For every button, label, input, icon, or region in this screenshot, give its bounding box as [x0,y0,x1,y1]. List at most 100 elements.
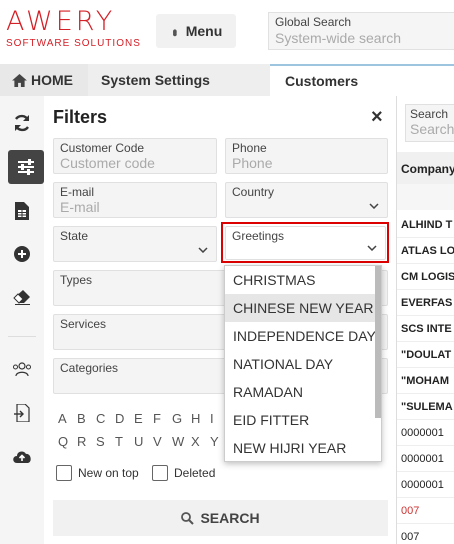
email-placeholder: E-mail [60,199,100,215]
table-search-input[interactable]: Search Search... [405,104,454,142]
letter-link[interactable]: E [134,411,153,426]
chevron-down-icon [369,203,379,209]
table-search-label: Search [410,107,449,121]
global-search-input[interactable]: Global Search System-wide search [268,12,454,50]
greetings-option[interactable]: NATIONAL DAY [225,350,381,378]
greetings-option[interactable]: CHINESE NEW YEAR [225,294,381,322]
chevron-down-icon [198,247,208,253]
deleted-label: Deleted [174,466,216,480]
tab-customers[interactable]: Customers [270,64,454,96]
table-row[interactable]: CM LOGIS [397,264,454,290]
letter-link[interactable]: W [172,434,191,449]
add-circle-icon[interactable] [8,239,36,269]
search-button[interactable]: SEARCH [53,500,388,536]
table-row[interactable]: 0000001 [397,420,454,446]
table-row[interactable]: "SULEMA [397,394,454,420]
table-row[interactable]: 007 [397,524,454,544]
state-label: State [60,229,89,243]
eraser-icon[interactable] [8,282,36,312]
letter-link[interactable]: Q [58,434,77,449]
tab-home-label: HOME [31,72,73,88]
greetings-highlight-box [221,222,389,263]
alphabet-filter-row-2: QRSTUVWXY [58,434,229,449]
tab-bar: HOME System Settings Customers [0,64,454,96]
search-icon [181,511,195,525]
logo-subtext: SOFTWARE SOLUTIONS [6,38,141,49]
filter-sliders-icon[interactable] [8,150,44,184]
letter-link[interactable]: A [58,411,77,426]
letter-link[interactable]: G [172,411,191,426]
table-row[interactable]: 0000001 [397,446,454,472]
greetings-dropdown: CHRISTMAS CHINESE NEW YEAR INDEPENDENCE … [224,265,382,462]
state-select[interactable]: State [53,226,217,262]
phone-placeholder: Phone [232,155,273,171]
table-row[interactable]: SCS INTE [397,316,454,342]
column-header-company[interactable]: Company [397,152,454,184]
file-import-icon[interactable] [8,398,36,428]
cloud-upload-icon[interactable] [8,441,36,471]
letter-link[interactable]: F [153,411,172,426]
new-on-top-checkbox[interactable] [56,465,72,481]
customer-code-field[interactable]: Customer Code Customer code [53,138,217,174]
table-row[interactable]: "DOULAT [397,342,454,368]
tab-system-settings-label: System Settings [101,72,210,88]
table-row[interactable]: "MOHAM [397,368,454,394]
spreadsheet-icon[interactable] [8,196,36,226]
letter-link[interactable]: C [96,411,115,426]
menu-button[interactable]: ••• Menu [156,14,236,48]
close-icon[interactable]: × [371,106,383,129]
filters-title: Filters [53,107,108,127]
greetings-option[interactable]: INDEPENDENCE DAY [225,322,381,350]
letter-link[interactable]: U [134,434,153,449]
logo-text: AWERY [6,6,116,37]
deleted-checkbox-row[interactable]: Deleted [152,465,215,481]
letter-link[interactable]: D [115,411,134,426]
app-header: AWERY SOFTWARE SOLUTIONS ••• Menu Global… [0,0,454,64]
letter-link[interactable]: H [191,411,210,426]
letter-link[interactable]: R [77,434,96,449]
phone-label: Phone [232,141,267,155]
customer-code-label: Customer Code [60,141,145,155]
country-select[interactable]: Country [225,182,388,218]
country-label: Country [232,185,275,199]
column-filter-row [397,184,454,210]
table-search-placeholder: Search... [410,121,454,137]
global-search-label: Global Search [275,15,352,29]
letter-link[interactable]: V [153,434,172,449]
customer-code-placeholder: Customer code [60,155,155,171]
greetings-option[interactable]: CHRISTMAS [225,266,381,294]
letter-link[interactable]: S [96,434,115,449]
search-button-label: SEARCH [200,510,260,526]
email-field[interactable]: E-mail E-mail [53,182,217,218]
letter-link[interactable]: X [191,434,210,449]
new-on-top-checkbox-row[interactable]: New on top [56,465,139,481]
users-icon[interactable] [8,354,36,384]
refresh-icon[interactable] [8,108,36,138]
tab-system-settings[interactable]: System Settings [88,64,270,96]
letter-link[interactable]: B [77,411,96,426]
letter-link[interactable]: T [115,434,134,449]
tab-home[interactable]: HOME [0,64,88,96]
new-on-top-label: New on top [78,466,139,480]
deleted-checkbox[interactable] [152,465,168,481]
alphabet-filter-row-1: ABCDEFGHI [58,411,229,426]
greetings-option[interactable]: RAMADAN [225,378,381,406]
left-toolbar [0,96,44,544]
table-row[interactable]: ALHIND T [397,212,454,238]
dropdown-scrollbar[interactable] [375,266,381,418]
table-row[interactable]: 0000001 [397,472,454,498]
table-row[interactable]: 007 [397,498,454,524]
table-row[interactable]: EVERFAS [397,290,454,316]
menu-label: Menu [185,23,223,39]
greetings-option[interactable]: EID FITTER [225,406,381,434]
global-search-placeholder: System-wide search [275,30,402,46]
table-row[interactable]: ATLAS LO [397,238,454,264]
toolbar-divider [8,336,36,337]
home-icon [12,73,27,87]
awery-logo[interactable]: AWERY SOFTWARE SOLUTIONS [6,6,141,50]
tab-customers-label: Customers [285,73,359,89]
greetings-option[interactable]: NEW HIJRI YEAR [225,434,381,461]
vertical-dots-icon: ••• [167,28,183,34]
phone-field[interactable]: Phone Phone [225,138,388,174]
email-label: E-mail [60,185,95,199]
